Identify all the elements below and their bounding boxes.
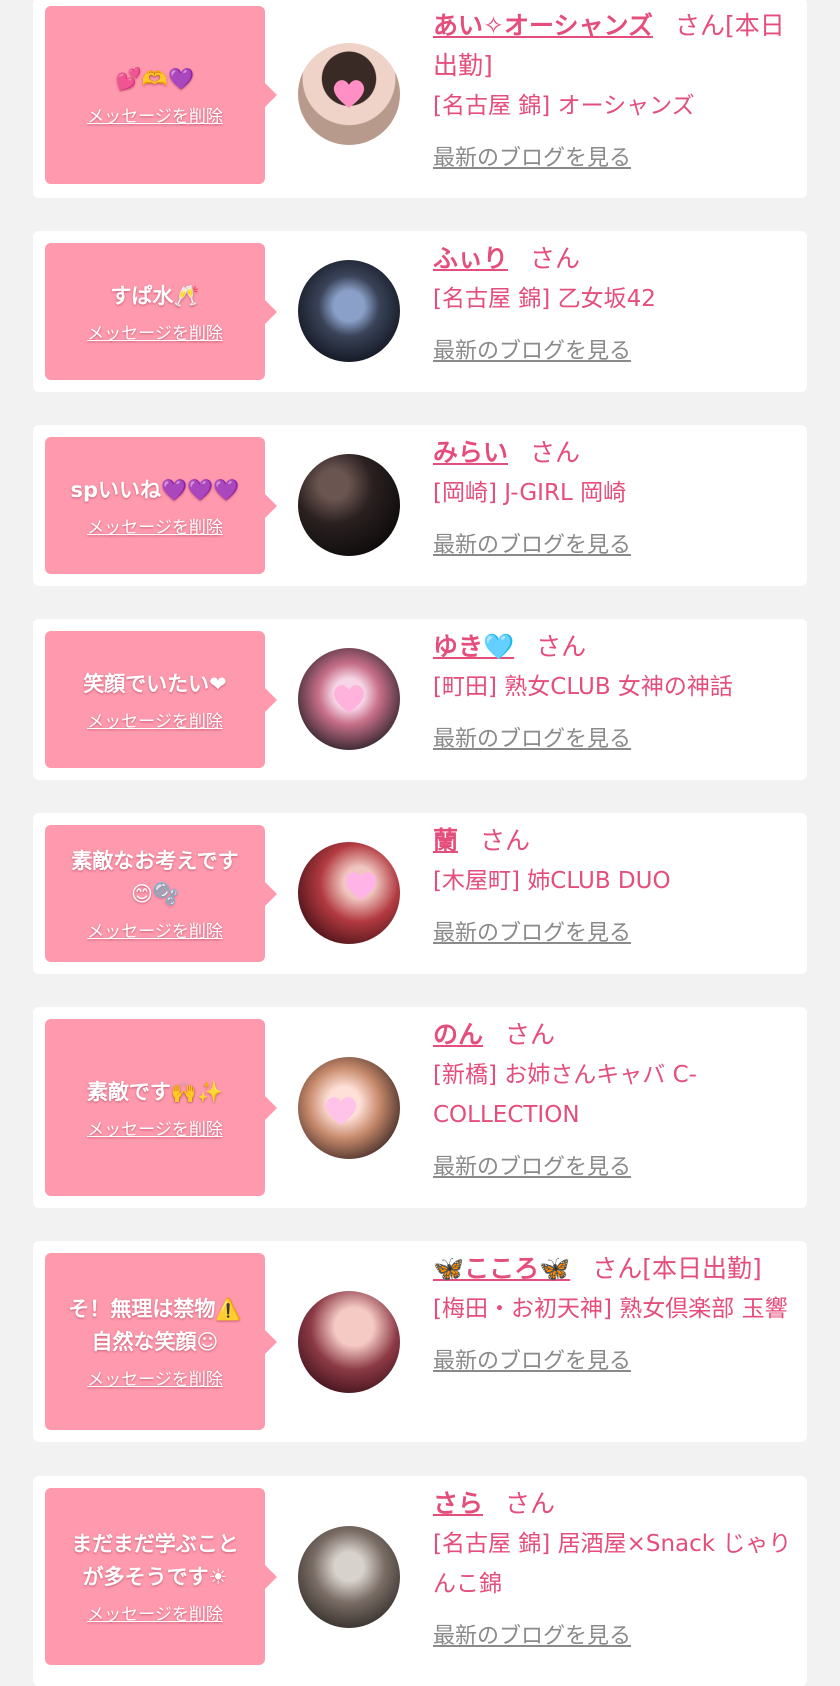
honorific: さん: [536, 632, 587, 661]
girl-info: のん さん [新橋] お姉さんキャバ C-COLLECTION 最新のブログを見る: [433, 1015, 805, 1181]
list-item: spいいね💜💜💜 メッセージを削除 みらい さん [岡崎] J-GIRL 岡崎 最…: [33, 425, 807, 586]
avatar[interactable]: [298, 260, 400, 362]
delete-message-link[interactable]: メッセージを削除: [87, 917, 223, 942]
avatar[interactable]: [298, 43, 400, 145]
delete-message-link[interactable]: メッセージを削除: [87, 1115, 223, 1140]
honorific: さん: [505, 1489, 556, 1518]
avatar[interactable]: [298, 454, 400, 556]
message-bubble: 💕🫶💜 メッセージを削除: [45, 6, 277, 184]
girl-info: 🦋こころ🦋 さん[本日出勤] [梅田・お初天神] 熟女倶楽部 玉響 最新のブログを…: [433, 1249, 805, 1375]
latest-blog-link[interactable]: 最新のブログを見る: [433, 721, 631, 753]
honorific: さん: [674, 11, 725, 40]
girl-info: みらい さん [岡崎] J-GIRL 岡崎 最新のブログを見る: [433, 433, 805, 559]
delete-message-link[interactable]: メッセージを削除: [87, 319, 223, 344]
honorific: さん: [530, 244, 581, 273]
message-text: 笑顔でいたい❤: [83, 671, 227, 696]
girl-name-link[interactable]: さら: [433, 1489, 483, 1518]
girl-info: さら さん [名古屋 錦] 居酒屋×Snack じゃりんこ錦 最新のブログを見る: [433, 1484, 805, 1650]
list-item: 素敵なお考えです 😊🫧 メッセージを削除 蘭さん [木屋町] 姉CLUB DUO…: [33, 813, 807, 974]
shop-info: [新橋] お姉さんキャバ C-COLLECTION: [433, 1062, 697, 1128]
girl-name-link[interactable]: 蘭: [433, 826, 458, 855]
message-bubble: そ！無理は禁物⚠️ 自然な笑顔☺ メッセージを削除: [45, 1253, 277, 1430]
delete-message-link[interactable]: メッセージを削除: [87, 1600, 223, 1625]
list-item: 素敵です🙌✨ メッセージを削除 のん さん [新橋] お姉さんキャバ C-COLL…: [33, 1007, 807, 1208]
delete-message-link[interactable]: メッセージを削除: [87, 102, 223, 127]
message-bubble: すぱ水🥂 メッセージを削除: [45, 243, 277, 380]
message-bubble: 素敵なお考えです 😊🫧 メッセージを削除: [45, 825, 277, 962]
message-text: spいいね💜💜💜: [70, 477, 240, 502]
list-item: すぱ水🥂 メッセージを削除 ふぃり さん [名古屋 錦] 乙女坂42 最新のブログ…: [33, 231, 807, 392]
shop-info: [町田] 熟女CLUB 女神の神話: [433, 674, 733, 700]
list-item: そ！無理は禁物⚠️ 自然な笑顔☺ メッセージを削除 🦋こころ🦋 さん[本日出勤] …: [33, 1241, 807, 1442]
message-text: まだまだ学ぶこと が多そうです☀: [71, 1532, 239, 1589]
shop-info: [名古屋 錦] オーシャンズ: [433, 93, 695, 119]
latest-blog-link[interactable]: 最新のブログを見る: [433, 140, 631, 172]
girl-info: 蘭さん [木屋町] 姉CLUB DUO 最新のブログを見る: [433, 821, 805, 947]
delete-message-link[interactable]: メッセージを削除: [87, 1365, 223, 1390]
girl-name-link[interactable]: みらい: [433, 438, 508, 467]
delete-message-link[interactable]: メッセージを削除: [87, 513, 223, 538]
message-bubble: まだまだ学ぶこと が多そうです☀ メッセージを削除: [45, 1488, 277, 1665]
honorific: さん: [592, 1254, 643, 1283]
honorific: さん: [530, 438, 581, 467]
shop-info: [梅田・お初天神] 熟女倶楽部 玉響: [433, 1296, 788, 1322]
avatar[interactable]: [298, 842, 400, 944]
shop-info: [岡崎] J-GIRL 岡崎: [433, 480, 627, 506]
girl-name-link[interactable]: ふぃり: [433, 244, 508, 273]
message-text: すぱ水🥂: [110, 283, 200, 308]
message-text: 素敵です🙌✨: [86, 1079, 224, 1104]
heart-sticker-icon: [325, 1097, 357, 1125]
list-item: 笑顔でいたい❤ メッセージを削除 ゆき🩵 さん [町田] 熟女CLUB 女神の神話…: [33, 619, 807, 780]
avatar[interactable]: [298, 1291, 400, 1393]
list-item: 💕🫶💜 メッセージを削除 あい✧オーシャンズ さん[本日出勤] [名古屋 錦] オ…: [33, 0, 807, 198]
heart-sticker-icon: [333, 80, 365, 108]
latest-blog-link[interactable]: 最新のブログを見る: [433, 1149, 631, 1181]
message-bubble: spいいね💜💜💜 メッセージを削除: [45, 437, 277, 574]
girl-name-link[interactable]: あい✧オーシャンズ: [433, 11, 653, 40]
message-bubble: 笑顔でいたい❤ メッセージを削除: [45, 631, 277, 768]
shop-info: [名古屋 錦] 居酒屋×Snack じゃりんこ錦: [433, 1531, 792, 1597]
girl-name-link[interactable]: 🦋こころ🦋: [433, 1254, 570, 1283]
girl-info: ふぃり さん [名古屋 錦] 乙女坂42 最新のブログを見る: [433, 239, 805, 365]
status-badge: [本日出勤]: [642, 1254, 762, 1283]
shop-info: [木屋町] 姉CLUB DUO: [433, 868, 671, 894]
message-text: そ！無理は禁物⚠️ 自然な笑顔☺: [68, 1297, 242, 1354]
message-list: 💕🫶💜 メッセージを削除 あい✧オーシャンズ さん[本日出勤] [名古屋 錦] オ…: [0, 0, 840, 1686]
latest-blog-link[interactable]: 最新のブログを見る: [433, 1343, 631, 1375]
girl-info: あい✧オーシャンズ さん[本日出勤] [名古屋 錦] オーシャンズ 最新のブログを…: [433, 6, 805, 172]
honorific: さん: [505, 1020, 556, 1049]
girl-name-link[interactable]: のん: [433, 1020, 483, 1049]
girl-info: ゆき🩵 さん [町田] 熟女CLUB 女神の神話 最新のブログを見る: [433, 627, 805, 753]
shop-info: [名古屋 錦] 乙女坂42: [433, 286, 656, 312]
delete-message-link[interactable]: メッセージを削除: [87, 707, 223, 732]
latest-blog-link[interactable]: 最新のブログを見る: [433, 915, 631, 947]
avatar[interactable]: [298, 648, 400, 750]
latest-blog-link[interactable]: 最新のブログを見る: [433, 1618, 631, 1650]
message-text: 💕🫶💜: [115, 67, 195, 91]
avatar[interactable]: [298, 1526, 400, 1628]
message-bubble: 素敵です🙌✨ メッセージを削除: [45, 1019, 277, 1196]
list-item: まだまだ学ぶこと が多そうです☀ メッセージを削除 さら さん [名古屋 錦] 居…: [33, 1476, 807, 1686]
avatar[interactable]: [298, 1057, 400, 1159]
latest-blog-link[interactable]: 最新のブログを見る: [433, 333, 631, 365]
heart-sticker-icon: [333, 685, 365, 713]
girl-name-link[interactable]: ゆき🩵: [433, 632, 514, 661]
honorific: さん: [480, 826, 531, 855]
heart-sticker-icon: [345, 872, 377, 900]
message-text: 素敵なお考えです 😊🫧: [71, 849, 239, 906]
latest-blog-link[interactable]: 最新のブログを見る: [433, 527, 631, 559]
